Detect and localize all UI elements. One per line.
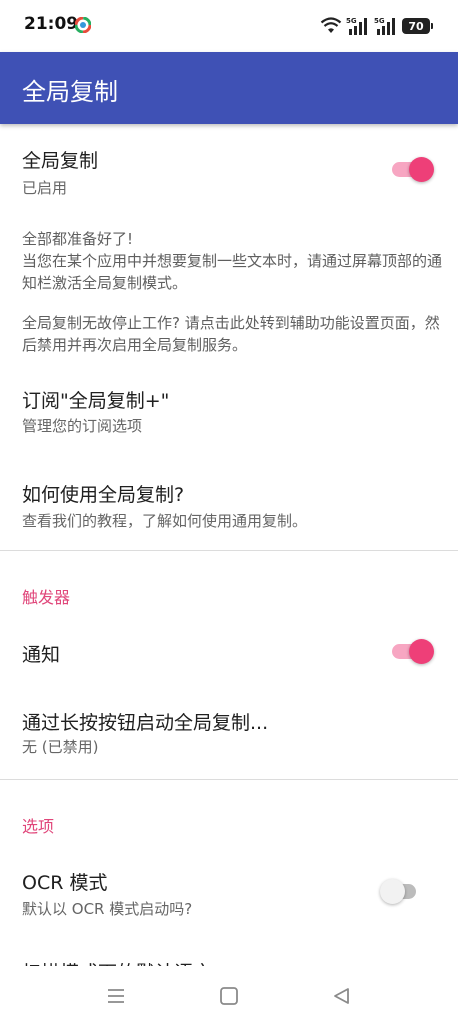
pref-long-press-title: 通过长按按钮启动全局复制... bbox=[22, 712, 269, 734]
pref-long-press[interactable]: 通过长按按钮启动全局复制... 无 (已禁用) bbox=[0, 694, 458, 774]
global-copy-switch[interactable] bbox=[390, 156, 434, 182]
status-bar: 21:09 5G 5G 70 bbox=[0, 0, 458, 52]
app-title: 全局复制 bbox=[22, 78, 118, 106]
battery-level: 70 bbox=[408, 19, 424, 33]
pref-notification-title: 通知 bbox=[22, 644, 61, 666]
switch-thumb bbox=[409, 639, 434, 664]
info-howto-text: 当您在某个应用中并想要复制一些文本时，请通过屏幕顶部的通知栏激活全局复制模式。 bbox=[22, 252, 443, 292]
pref-global-copy-title: 全局复制 bbox=[22, 150, 99, 172]
wifi-icon bbox=[320, 17, 342, 33]
pref-notification[interactable]: 通知 bbox=[0, 618, 458, 684]
switch-thumb bbox=[409, 157, 434, 182]
app-bar: 全局复制 bbox=[0, 52, 458, 124]
divider bbox=[0, 550, 458, 551]
category-triggers: 触发器 bbox=[22, 588, 71, 607]
home-square-icon[interactable] bbox=[217, 984, 241, 1008]
pref-how-to[interactable]: 如何使用全局复制? 查看我们的教程，了解如何使用通用复制。 bbox=[0, 464, 458, 544]
pref-subscribe-summary: 管理您的订阅选项 bbox=[22, 417, 143, 435]
svg-text:5G: 5G bbox=[346, 17, 357, 25]
info-ready-text: 全部都准备好了! bbox=[22, 230, 134, 248]
pref-global-copy-summary: 已启用 bbox=[22, 179, 68, 197]
screen: 21:09 5G 5G 70 全局复制 全局复制 已启用 全部都准备好了! 当您… bbox=[0, 0, 458, 1024]
back-triangle-icon[interactable] bbox=[330, 984, 354, 1008]
battery-icon: 70 bbox=[402, 18, 433, 34]
divider bbox=[0, 779, 458, 780]
pref-how-to-summary: 查看我们的教程，了解如何使用通用复制。 bbox=[22, 512, 308, 530]
status-icons: 5G 5G 70 bbox=[320, 14, 433, 38]
pref-ocr-summary: 默认以 OCR 模式启动吗? bbox=[22, 900, 193, 918]
svg-text:5G: 5G bbox=[374, 17, 385, 25]
ocr-mode-switch[interactable] bbox=[380, 878, 424, 904]
notification-switch[interactable] bbox=[390, 638, 434, 664]
category-options: 选项 bbox=[22, 817, 55, 836]
signal-icon-2: 5G bbox=[374, 17, 395, 35]
pref-ocr-mode[interactable]: OCR 模式 默认以 OCR 模式启动吗? bbox=[0, 852, 458, 932]
status-time: 21:09 bbox=[24, 14, 79, 34]
pref-global-copy[interactable]: 全局复制 已启用 bbox=[0, 124, 458, 214]
pref-subscribe-title: 订阅"全局复制+" bbox=[22, 390, 170, 412]
switch-thumb bbox=[380, 879, 405, 904]
pref-ocr-title: OCR 模式 bbox=[22, 872, 108, 894]
pref-long-press-summary: 无 (已禁用) bbox=[22, 738, 99, 756]
info-block[interactable]: 全部都准备好了! 当您在某个应用中并想要复制一些文本时，请通过屏幕顶部的通知栏激… bbox=[0, 220, 458, 360]
menu-icon[interactable] bbox=[104, 984, 128, 1008]
signal-icon-1: 5G bbox=[346, 17, 367, 35]
navigation-bar bbox=[0, 966, 458, 1024]
pref-subscribe[interactable]: 订阅"全局复制+" 管理您的订阅选项 bbox=[0, 370, 458, 450]
pref-how-to-title: 如何使用全局复制? bbox=[22, 484, 185, 506]
app-notification-icon bbox=[75, 17, 91, 33]
info-troubleshoot-text: 全局复制无故停止工作? 请点击此处转到辅助功能设置页面，然后禁用并再次启用全局复… bbox=[22, 314, 440, 354]
